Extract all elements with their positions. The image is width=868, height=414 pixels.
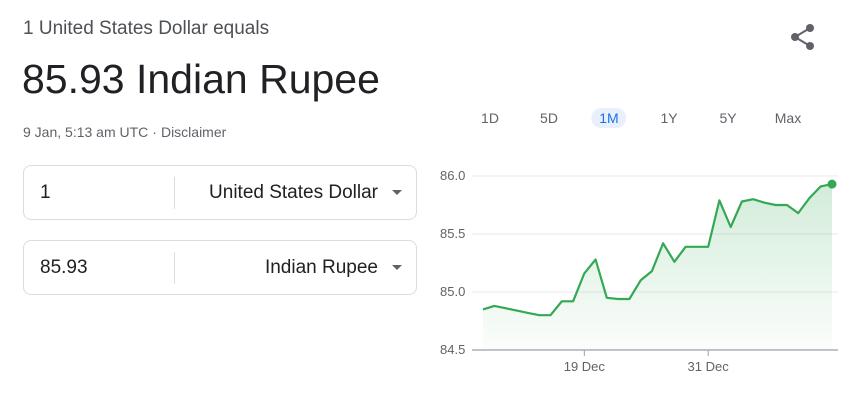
chart-area-fill: [483, 184, 832, 350]
range-tab-1y[interactable]: 1Y: [652, 108, 685, 128]
range-tab-5d[interactable]: 5D: [532, 108, 566, 128]
chevron-down-icon[interactable]: [392, 190, 402, 195]
separator: ·: [152, 124, 157, 140]
range-tab-5y[interactable]: 5Y: [711, 108, 744, 128]
from-currency-select[interactable]: United States Dollar: [209, 166, 378, 219]
field-divider: [174, 252, 175, 284]
y-tick-label: 86.0: [440, 168, 465, 183]
latest-point: [827, 179, 837, 189]
to-currency-box: Indian Rupee: [23, 240, 417, 295]
range-tabs: 1D 5D 1M 1Y 5Y Max: [460, 108, 840, 130]
from-amount-input[interactable]: [40, 166, 170, 219]
y-tick-label: 85.5: [440, 226, 465, 241]
range-tab-max[interactable]: Max: [767, 108, 809, 128]
to-amount-input[interactable]: [40, 241, 170, 294]
y-tick-label: 84.5: [440, 342, 465, 357]
y-tick-label: 85.0: [440, 284, 465, 299]
disclaimer-link[interactable]: Disclaimer: [161, 124, 226, 140]
x-tick-label: 19 Dec: [564, 359, 606, 374]
rate-meta: 9 Jan, 5:13 am UTC · Disclaimer: [23, 124, 226, 140]
timestamp: 9 Jan, 5:13 am UTC: [23, 124, 149, 140]
from-currency-box: United States Dollar: [23, 165, 417, 220]
range-tab-1m[interactable]: 1M: [591, 108, 627, 128]
x-tick-label: 31 Dec: [688, 359, 730, 374]
range-tab-1d[interactable]: 1D: [473, 108, 507, 128]
share-icon[interactable]: [786, 20, 820, 54]
to-currency-select[interactable]: Indian Rupee: [265, 241, 378, 294]
field-divider: [174, 177, 175, 209]
rate-subtitle: 1 United States Dollar equals: [23, 18, 270, 39]
converted-rate: 85.93 Indian Rupee: [22, 56, 380, 102]
exchange-rate-chart: 86.0 85.5 85.0 84.5 19 Dec 31 Dec: [440, 168, 838, 374]
chevron-down-icon[interactable]: [392, 265, 402, 270]
